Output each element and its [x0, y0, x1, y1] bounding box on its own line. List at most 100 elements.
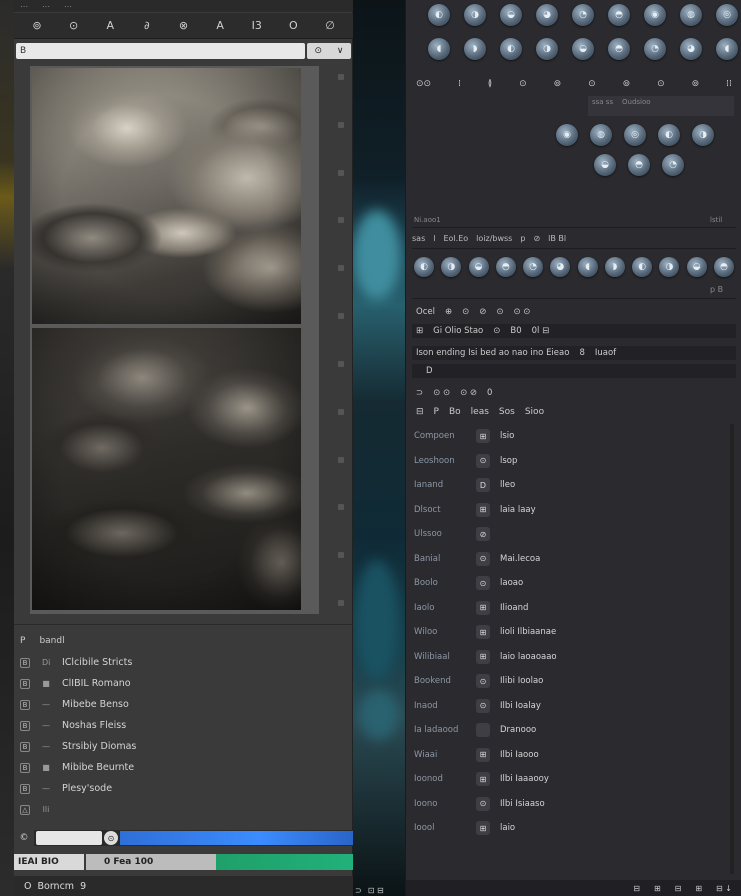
side-tool[interactable] — [338, 217, 344, 224]
photo-preview-bottom[interactable] — [32, 328, 301, 610]
palette-tool-button[interactable]: ◎ — [716, 4, 738, 26]
option-item[interactable]: Iuaof — [595, 348, 616, 358]
property-icon[interactable]: ⊞ — [476, 502, 490, 517]
palette-icon[interactable]: ⊚ — [692, 79, 700, 89]
layer-row[interactable]: B — Noshas Fleiss — [14, 715, 353, 736]
palette-icon[interactable]: ⊙⊙ — [416, 79, 431, 89]
circle-icon[interactable]: O — [24, 881, 31, 892]
toolbar-tool-icon[interactable]: ⊚ — [28, 17, 46, 35]
swatch-button[interactable]: ◕ — [550, 257, 571, 277]
property-row[interactable]: Ianand Dlleo — [412, 473, 736, 498]
palette-tool-button[interactable]: ◎ — [624, 124, 646, 146]
palette-icon[interactable]: ⊚ — [623, 79, 631, 89]
property-icon[interactable]: ⊞ — [476, 747, 490, 762]
swatch-button[interactable]: ◓ — [495, 257, 516, 277]
property-value[interactable]: lsio — [500, 431, 514, 441]
palette-icon[interactable]: ⊙ — [519, 79, 527, 89]
path-input[interactable]: B — [16, 43, 305, 59]
layer-checkbox[interactable]: B — [20, 720, 30, 731]
side-tool[interactable] — [338, 504, 344, 511]
side-tool[interactable] — [338, 552, 344, 559]
palette-tool-button[interactable]: ◒ — [500, 4, 522, 26]
property-value[interactable]: laia laay — [500, 505, 536, 515]
property-row[interactable]: Ulssoo ⊘ — [412, 522, 736, 547]
option-item[interactable]: B0 — [510, 326, 521, 336]
swatch-button[interactable]: ◒ — [686, 257, 707, 277]
property-row[interactable]: Ioool ⊞ laio — [412, 816, 736, 841]
tab-item[interactable]: lB Bl — [548, 234, 566, 243]
side-tool[interactable] — [338, 313, 344, 320]
swatch-button[interactable]: ◑ — [441, 257, 462, 277]
menu-dots[interactable]: ⋯ — [20, 2, 28, 11]
bottom-label[interactable]: Borncm — [37, 881, 74, 892]
property-row[interactable]: Wiaai ⊞ Ilbi Iaooo — [412, 743, 736, 768]
property-icon[interactable]: ⊙ — [476, 698, 490, 713]
layer-row[interactable]: B Di IClcibile Stricts — [14, 652, 353, 673]
property-icon[interactable]: ⊙ — [476, 551, 490, 566]
layer-row[interactable]: B — Plesy'sode — [14, 778, 353, 799]
property-row[interactable]: Banial ⊙ Mai.lecoa — [412, 547, 736, 572]
property-row[interactable]: Wiloo ⊞ lioli Ilbiaanae — [412, 620, 736, 645]
swatch-button[interactable]: ◖ — [577, 257, 598, 277]
option-item[interactable]: 0l ⊟ — [532, 326, 550, 336]
menu-dots[interactable]: ⋯ — [64, 2, 72, 11]
swatch-button[interactable]: ◒ — [468, 257, 489, 277]
property-icon[interactable]: D — [476, 478, 490, 493]
property-value[interactable]: lsop — [500, 456, 517, 466]
option-item[interactable]: D — [426, 366, 433, 376]
swatch-button[interactable]: ◓ — [713, 257, 734, 277]
toolbar-tool-icon[interactable]: A — [101, 17, 119, 35]
swatch-button[interactable]: ◐ — [414, 257, 434, 277]
toolbar-tool-icon[interactable]: A — [211, 17, 229, 35]
side-tool[interactable] — [338, 360, 344, 367]
layer-row[interactable]: B — Strsibiy Diomas — [14, 736, 353, 757]
toolbar-tool-icon[interactable]: I3 — [248, 17, 266, 35]
property-row[interactable]: Iaolo ⊞ Ilioand — [412, 596, 736, 621]
property-icon[interactable]: ⊙ — [476, 576, 490, 591]
palette-tool-button[interactable]: ◑ — [692, 124, 714, 146]
side-tool[interactable] — [338, 121, 344, 128]
option-item[interactable]: 8 — [579, 348, 584, 358]
property-row[interactable]: Leoshoon ⊙ lsop — [412, 449, 736, 474]
header-item[interactable]: P — [434, 407, 439, 417]
property-row[interactable]: Boolo ⊙ laoao — [412, 571, 736, 596]
property-row[interactable]: Dlsoct ⊞ laia laay — [412, 498, 736, 523]
footer-icon[interactable]: ⊞ — [695, 884, 702, 893]
layer-checkbox[interactable]: B — [20, 762, 30, 773]
property-icon[interactable]: ⊞ — [476, 429, 490, 444]
swatch-button[interactable]: ◐ — [632, 257, 653, 277]
header-item[interactable]: Sos — [499, 407, 515, 417]
option-item[interactable]: ⊙ ⊙ — [513, 307, 530, 317]
palette-tool-button[interactable]: ◕ — [680, 38, 702, 60]
layer-checkbox[interactable]: B — [20, 657, 30, 668]
tab-item[interactable]: p — [520, 234, 525, 243]
layer-row[interactable]: B ■ ClIBIL Romano — [14, 673, 353, 694]
palette-tool-button[interactable]: ◉ — [644, 4, 666, 26]
palette-tool-button[interactable]: ◔ — [572, 4, 594, 26]
tab-item[interactable]: Eol.Eo — [443, 234, 468, 243]
option-item[interactable]: ⊞ — [416, 326, 423, 336]
bottom-extra[interactable]: 9 — [80, 881, 86, 892]
property-icon[interactable]: ⊙ — [476, 796, 490, 811]
property-icon[interactable]: ⊙ — [476, 674, 490, 689]
side-tool[interactable] — [338, 169, 344, 176]
layer-checkbox[interactable]: △ — [20, 804, 30, 815]
layer-checkbox[interactable]: B — [20, 741, 30, 752]
status-field-2[interactable]: 0 Fea 100 — [86, 854, 216, 870]
property-value[interactable]: lleo — [500, 480, 515, 490]
layer-checkbox[interactable]: B — [20, 783, 30, 794]
side-tool[interactable] — [338, 408, 344, 415]
palette-tool-button[interactable]: ◖ — [716, 38, 738, 60]
option-item[interactable]: ⊙ — [496, 307, 503, 317]
property-value[interactable]: Ilbi Ioalay — [500, 701, 541, 711]
swatch-button[interactable]: ◔ — [523, 257, 544, 277]
header-icon[interactable]: ⊙ ⊙ — [433, 388, 450, 398]
footer-icon[interactable]: ⊃ — [355, 886, 362, 895]
property-value[interactable]: Mai.lecoa — [500, 554, 540, 564]
toolbar-tool-icon[interactable]: ∂ — [138, 17, 156, 35]
palette-tool-button[interactable]: ◐ — [658, 124, 680, 146]
palette-tool-button[interactable]: ◐ — [500, 38, 522, 60]
tab-item[interactable]: l — [433, 234, 435, 243]
photo-preview-top[interactable] — [32, 68, 301, 324]
palette-tool-button[interactable]: ◔ — [644, 38, 666, 60]
